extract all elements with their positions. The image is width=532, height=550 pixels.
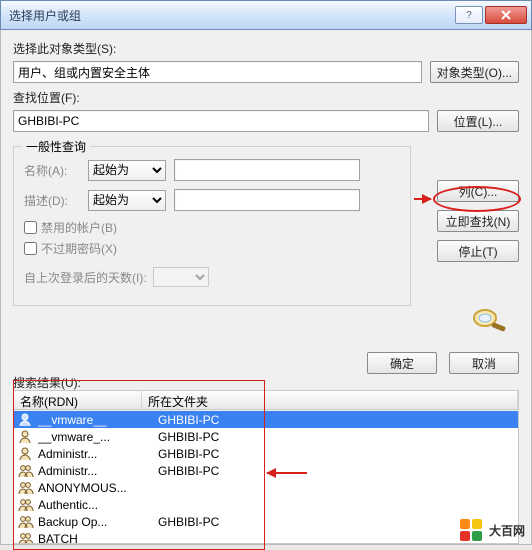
row-folder: GHBIBI-PC bbox=[158, 447, 219, 461]
user-icon bbox=[18, 413, 34, 427]
results-header: 名称(RDN) 所在文件夹 bbox=[13, 390, 519, 410]
days-since-login-select bbox=[153, 267, 209, 287]
search-results-label: 搜索结果(U): bbox=[13, 374, 81, 391]
stop-button[interactable]: 停止(T) bbox=[437, 240, 519, 262]
results-list[interactable]: __vmware__GHBIBI-PC__vmware_...GHBIBI-PC… bbox=[13, 411, 519, 544]
name-op-select[interactable]: 起始为 bbox=[88, 160, 166, 181]
name-label: 名称(A): bbox=[24, 162, 80, 179]
row-rdn: Administr... bbox=[38, 464, 158, 478]
nonexpiring-pwd-input[interactable] bbox=[24, 242, 37, 255]
group-icon bbox=[18, 532, 34, 545]
search-decor-icon bbox=[463, 306, 509, 337]
name-input[interactable] bbox=[174, 159, 360, 181]
dialog-title: 选择用户或组 bbox=[9, 7, 453, 24]
close-button[interactable] bbox=[485, 6, 527, 24]
location-field[interactable] bbox=[13, 110, 429, 132]
cancel-button[interactable]: 取消 bbox=[449, 352, 519, 374]
object-type-field[interactable] bbox=[13, 61, 422, 83]
table-row[interactable]: ANONYMOUS... bbox=[14, 479, 518, 496]
close-icon bbox=[501, 10, 511, 20]
row-rdn: BATCH bbox=[38, 532, 158, 545]
desc-op-select[interactable]: 起始为 bbox=[88, 190, 166, 211]
annotation-arrow bbox=[414, 198, 431, 200]
common-query-group: 一般性查询 名称(A): 起始为 描述(D): 起始为 禁用的帐户(B) 不过期… bbox=[13, 146, 411, 306]
row-rdn: Administr... bbox=[38, 447, 158, 461]
row-folder: GHBIBI-PC bbox=[158, 430, 219, 444]
table-row[interactable]: Backup Op...GHBIBI-PC bbox=[14, 513, 518, 530]
table-row[interactable]: Administr...GHBIBI-PC bbox=[14, 445, 518, 462]
columns-button[interactable]: 列(C)... bbox=[437, 180, 519, 202]
titlebar: 选择用户或组 ? bbox=[0, 0, 532, 30]
row-folder: GHBIBI-PC bbox=[158, 515, 219, 529]
table-row[interactable]: Authentic... bbox=[14, 496, 518, 513]
user-icon bbox=[18, 447, 34, 461]
location-label: 查找位置(F): bbox=[13, 89, 80, 106]
row-folder: GHBIBI-PC bbox=[158, 413, 219, 427]
group-icon bbox=[18, 464, 34, 478]
table-row[interactable]: __vmware_...GHBIBI-PC bbox=[14, 428, 518, 445]
results-col-folder[interactable]: 所在文件夹 bbox=[142, 391, 518, 409]
help-button[interactable]: ? bbox=[455, 6, 483, 24]
dialog-body: 选择此对象类型(S): 对象类型(O)... 查找位置(F): 位置(L)...… bbox=[0, 30, 532, 545]
row-rdn: __vmware_... bbox=[38, 430, 158, 444]
row-rdn: ANONYMOUS... bbox=[38, 481, 158, 495]
desc-label: 描述(D): bbox=[24, 192, 80, 209]
ok-button[interactable]: 确定 bbox=[367, 352, 437, 374]
right-button-column: 列(C)... 立即查找(N) 停止(T) bbox=[437, 180, 519, 262]
row-folder: GHBIBI-PC bbox=[158, 464, 219, 478]
disabled-accounts-checkbox[interactable]: 禁用的帐户(B) bbox=[24, 219, 400, 236]
group-icon bbox=[18, 498, 34, 512]
disabled-accounts-input[interactable] bbox=[24, 221, 37, 234]
group-icon bbox=[18, 481, 34, 495]
table-row[interactable]: BATCH bbox=[14, 530, 518, 544]
ok-cancel-row: 确定 取消 bbox=[367, 352, 519, 374]
table-row[interactable]: __vmware__GHBIBI-PC bbox=[14, 411, 518, 428]
object-types-button[interactable]: 对象类型(O)... bbox=[430, 61, 519, 83]
row-rdn: Backup Op... bbox=[38, 515, 158, 529]
object-type-label: 选择此对象类型(S): bbox=[13, 40, 116, 57]
results-col-rdn[interactable]: 名称(RDN) bbox=[14, 391, 142, 409]
nonexpiring-pwd-checkbox[interactable]: 不过期密码(X) bbox=[24, 240, 400, 257]
row-rdn: Authentic... bbox=[38, 498, 158, 512]
group-icon bbox=[18, 515, 34, 529]
table-row[interactable]: Administr...GHBIBI-PC bbox=[14, 462, 518, 479]
days-since-login-label: 自上次登录后的天数(I): bbox=[24, 269, 147, 286]
desc-input[interactable] bbox=[174, 189, 360, 211]
row-rdn: __vmware__ bbox=[38, 413, 158, 427]
user-icon bbox=[18, 430, 34, 444]
groupbox-legend: 一般性查询 bbox=[22, 138, 90, 155]
find-now-button[interactable]: 立即查找(N) bbox=[437, 210, 519, 232]
locations-button[interactable]: 位置(L)... bbox=[437, 110, 519, 132]
